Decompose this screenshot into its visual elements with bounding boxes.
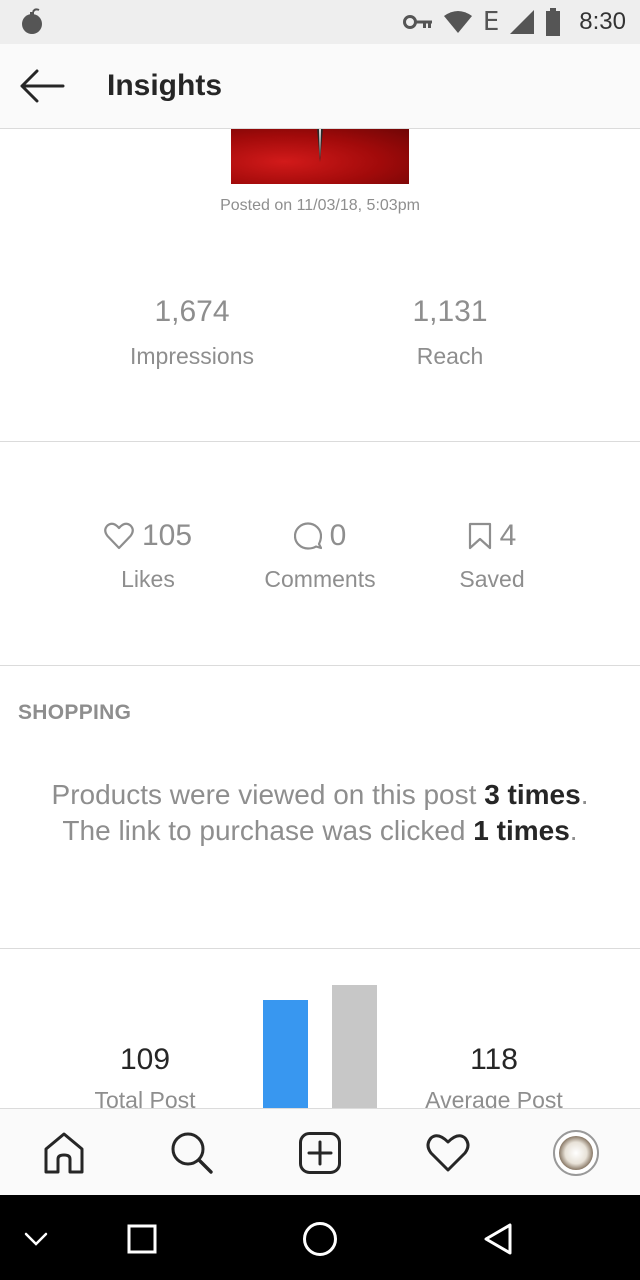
heart-icon [104, 522, 134, 550]
divider [0, 441, 640, 442]
avatar-image [559, 1136, 593, 1170]
shopping-section-title: SHOPPING [18, 701, 132, 724]
bomb-icon [22, 8, 42, 34]
comments-stat[interactable]: 0 Comments [230, 518, 410, 593]
comment-icon [293, 522, 322, 550]
recents-square-icon [127, 1224, 157, 1254]
bookmark-icon [468, 522, 491, 550]
saved-stat[interactable]: 4 Saved [402, 518, 582, 593]
average-post-value: 118 [470, 1043, 518, 1076]
home-icon [44, 1132, 84, 1174]
post-image-detail [317, 129, 323, 162]
wifi-icon [443, 11, 472, 33]
nav-collapse-button[interactable] [12, 1215, 60, 1263]
app-header: Insights [0, 44, 640, 129]
bottom-tab-bar [0, 1108, 640, 1195]
likes-label: Likes [121, 566, 175, 592]
post-thumbnail[interactable] [231, 129, 409, 184]
back-triangle-icon [484, 1223, 512, 1255]
shopping-text-1: Products were viewed on this post [51, 779, 485, 810]
comments-value: 0 [329, 519, 347, 552]
battery-icon [546, 8, 561, 36]
shopping-summary: Products were viewed on this post 3 time… [40, 777, 600, 849]
average-post-label: Average Post [425, 1087, 563, 1109]
product-views-count: 3 times [484, 779, 581, 810]
nav-recents-button[interactable] [118, 1215, 166, 1263]
impressions-label: Impressions [130, 343, 254, 369]
average-post-bar [332, 985, 377, 1109]
shopping-text-3: . [569, 815, 578, 846]
this-post-label: Total Post [94, 1087, 196, 1109]
network-type: E [482, 7, 500, 37]
status-bar: E 8:30 [0, 0, 640, 44]
home-circle-icon [303, 1222, 337, 1256]
collapse-chevron-icon [24, 1232, 48, 1246]
this-post-bar [263, 1000, 308, 1109]
page-title: Insights [107, 69, 223, 102]
reach-value: 1,131 [412, 295, 488, 328]
average-post-stat: 118 Average Post [394, 1043, 594, 1109]
impressions-stat[interactable]: 1,674 Impressions [92, 295, 292, 370]
profile-avatar [553, 1130, 599, 1176]
search-icon [171, 1132, 213, 1174]
divider [0, 665, 640, 666]
tab-search[interactable] [162, 1123, 222, 1183]
status-time: 8:30 [579, 8, 626, 35]
back-arrow-icon [20, 69, 65, 103]
tab-home[interactable] [34, 1123, 94, 1183]
reach-label: Reach [416, 343, 484, 369]
key-icon [402, 15, 432, 29]
tab-profile[interactable] [546, 1123, 606, 1183]
likes-value: 105 [141, 519, 193, 552]
impressions-value: 1,674 [154, 295, 230, 328]
reach-stat[interactable]: 1,131 Reach [350, 295, 550, 370]
signal-icon [510, 10, 535, 34]
tab-add-post[interactable] [290, 1123, 350, 1183]
this-post-stat: 109 Total Post [45, 1043, 245, 1109]
divider [0, 948, 640, 949]
purchase-clicks-count: 1 times [473, 815, 570, 846]
nav-back-button[interactable] [474, 1215, 522, 1263]
add-post-icon [299, 1132, 341, 1174]
saved-value: 4 [499, 519, 517, 552]
saved-label: Saved [459, 566, 525, 592]
tab-activity[interactable] [418, 1123, 478, 1183]
insights-content[interactable]: Posted on 11/03/18, 5:03pm 1,674 Impress… [0, 129, 640, 1109]
activity-heart-icon [426, 1134, 470, 1172]
comments-label: Comments [264, 566, 376, 592]
back-button[interactable] [16, 64, 68, 108]
posted-on-date: Posted on 11/03/18, 5:03pm [220, 197, 420, 214]
likes-stat[interactable]: 105 Likes [58, 518, 238, 593]
system-nav-bar [0, 1195, 640, 1280]
this-post-value: 109 [119, 1043, 171, 1076]
nav-home-button[interactable] [296, 1215, 344, 1263]
